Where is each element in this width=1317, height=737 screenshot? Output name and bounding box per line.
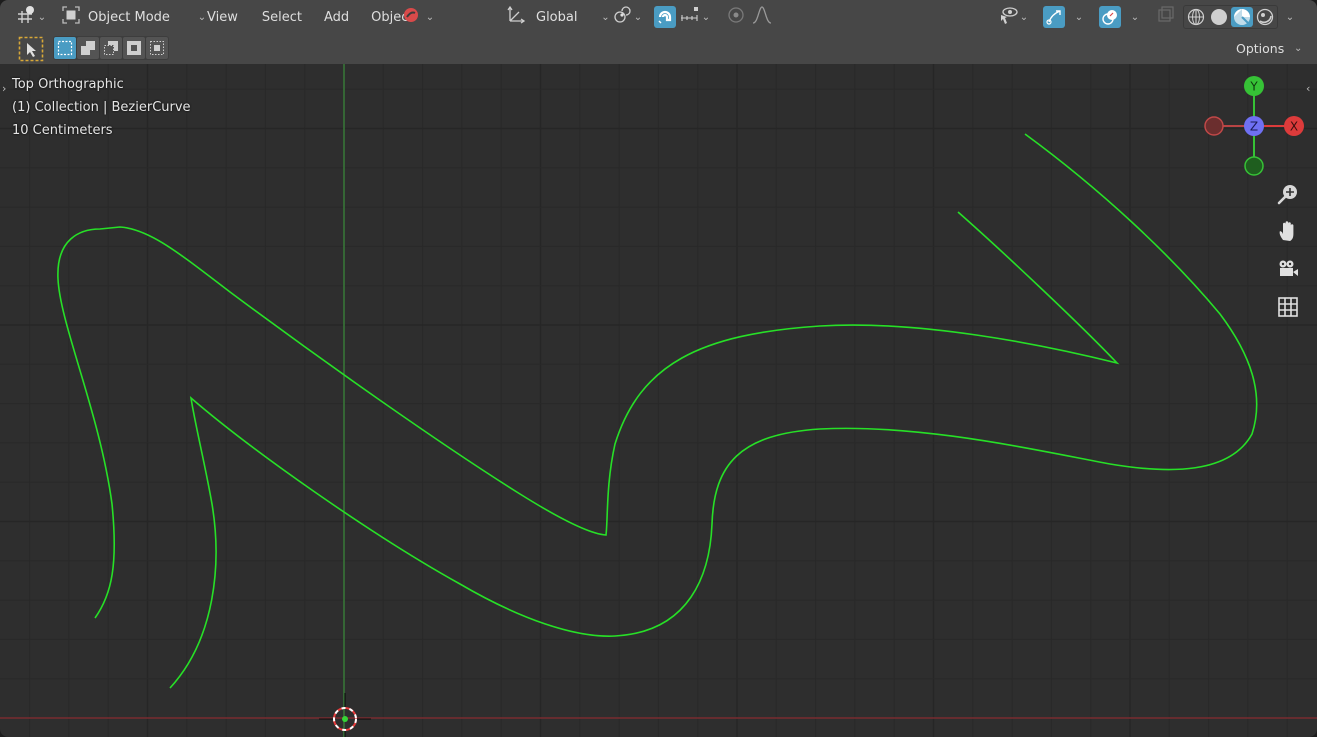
grid-scale-info: 10 Centimeters xyxy=(12,123,113,138)
snap-toggle[interactable] xyxy=(654,6,676,28)
camera-view-button[interactable] xyxy=(1276,257,1300,281)
proportional-edit-icon xyxy=(728,7,744,23)
select-mode-set-button[interactable] xyxy=(54,37,76,59)
select-mode-invert-button[interactable] xyxy=(123,37,145,59)
pan-hand-icon xyxy=(1279,221,1294,241)
menu-add[interactable]: Add xyxy=(317,5,356,29)
chevron-down-icon: ⌄ xyxy=(425,11,435,23)
chevron-down-icon: ⌄ xyxy=(1019,11,1029,23)
select-subtract-icon xyxy=(104,41,118,55)
shading-wireframe-button[interactable] xyxy=(1185,7,1207,27)
gizmo-x-handle[interactable]: X xyxy=(1284,116,1304,136)
shading-material-preview-button[interactable] xyxy=(1231,7,1253,27)
xray-toggle[interactable] xyxy=(1156,5,1176,29)
navigation-gizmo[interactable]: Y X Z xyxy=(1198,72,1310,182)
overlay-toggle-group: ⌄ xyxy=(1099,5,1141,29)
shading-rendered-button[interactable] xyxy=(1254,7,1276,27)
selectability-visibility-dropdown[interactable]: ⌄ xyxy=(998,5,1030,29)
chevron-down-icon: ⌄ xyxy=(1294,42,1303,54)
view-name: Top Orthographic xyxy=(12,77,124,92)
overlay-icon xyxy=(1102,10,1117,25)
select-intersect-icon xyxy=(150,41,164,55)
shading-mode-group: ⌄ xyxy=(1183,5,1296,29)
viewport-header: ⌄ Object Mode ⌄ View Select Add Object ⌄… xyxy=(0,0,1317,64)
object-mode-icon xyxy=(62,6,80,28)
select-new-icon xyxy=(57,40,73,56)
select-mode-intersect-button[interactable] xyxy=(146,37,168,59)
selection-mode-group xyxy=(53,36,169,60)
chevron-down-icon: ⌄ xyxy=(37,11,47,23)
solid-sphere-icon xyxy=(1211,9,1227,25)
active-tool-button[interactable] xyxy=(18,36,44,66)
menu-select[interactable]: Select xyxy=(255,5,309,29)
pivot-point-dropdown[interactable]: ⌄ xyxy=(612,5,644,29)
menu-view[interactable]: View xyxy=(200,5,245,29)
material-sphere-icon xyxy=(1234,9,1250,25)
bezier-curve-layer xyxy=(57,133,1258,689)
header-menus: View Select Add Object xyxy=(200,5,420,29)
select-box-tool-icon xyxy=(18,36,44,66)
chevron-down-icon: ⌄ xyxy=(601,11,610,23)
chevron-down-icon[interactable]: ⌄ xyxy=(1129,12,1141,23)
orientation-label: Global xyxy=(536,9,578,25)
chevron-down-icon[interactable]: ⌄ xyxy=(1284,12,1296,23)
grid-icon xyxy=(1278,297,1298,317)
editor-type-button[interactable]: ⌄ xyxy=(16,5,48,29)
magnet-icon xyxy=(658,10,672,24)
gizmo-neg-x-handle[interactable] xyxy=(1204,116,1224,136)
gizmo-y-handle[interactable]: Y xyxy=(1244,76,1264,96)
collection-info: (1) Collection | BezierCurve xyxy=(12,100,191,115)
header-row-main: ⌄ Object Mode ⌄ View Select Add Object ⌄… xyxy=(0,3,1317,33)
gizmo-icon xyxy=(1046,10,1061,25)
chevron-down-icon[interactable]: ⌄ xyxy=(700,12,712,23)
select-mode-extend-button[interactable] xyxy=(77,37,99,59)
gizmo-z-label: Z xyxy=(1250,120,1258,134)
gizmo-x-label: X xyxy=(1290,120,1298,134)
ortho-toggle-button[interactable] xyxy=(1276,295,1300,319)
gizmo-z-handle[interactable]: Z xyxy=(1244,116,1264,136)
gizmo-neg-y-handle[interactable] xyxy=(1244,156,1264,176)
gizmo-toggle[interactable] xyxy=(1043,6,1065,28)
gizmo-y-label: Y xyxy=(1249,80,1258,94)
header-row-tools: Options ⌄ xyxy=(0,34,1317,64)
select-extend-icon xyxy=(81,41,95,55)
wireframe-sphere-icon xyxy=(1187,8,1205,26)
gizmo-toggle-group: ⌄ xyxy=(1043,5,1085,29)
orientation-axes-icon xyxy=(506,5,526,29)
3d-cursor[interactable] xyxy=(319,693,371,737)
pan-view-button[interactable] xyxy=(1276,219,1300,243)
3d-viewport-icon xyxy=(16,5,36,29)
eye-cursor-icon xyxy=(998,5,1018,29)
toolbar-expand-toggle[interactable]: › xyxy=(2,82,6,95)
options-label: Options xyxy=(1236,40,1285,56)
bezier-curve-stroke[interactable] xyxy=(169,133,1258,689)
shading-solid-button[interactable] xyxy=(1208,7,1230,27)
object-gizmo-icon xyxy=(402,6,420,28)
proportional-edit-group xyxy=(726,5,772,29)
object-gizmo-dropdown[interactable]: ⌄ xyxy=(402,5,436,29)
mode-dropdown[interactable]: Object Mode ⌄ xyxy=(62,5,208,29)
falloff-icon[interactable] xyxy=(752,5,772,29)
rendered-sphere-icon xyxy=(1256,8,1274,26)
select-mode-subtract-button[interactable] xyxy=(100,37,122,59)
zoom-icon xyxy=(1277,185,1297,205)
camera-icon xyxy=(1279,260,1298,276)
transform-orientation-dropdown[interactable]: Global ⌄ xyxy=(506,5,611,29)
snap-increment-icon[interactable] xyxy=(680,5,700,29)
pivot-icon xyxy=(612,5,632,29)
chevron-down-icon: ⌄ xyxy=(633,11,643,23)
mode-label: Object Mode xyxy=(88,9,170,25)
zoom-view-button[interactable] xyxy=(1276,182,1300,206)
overlay-toggle[interactable] xyxy=(1099,6,1121,28)
proportional-edit-toggle[interactable] xyxy=(726,5,746,29)
xray-icon xyxy=(1156,5,1176,29)
options-dropdown[interactable]: Options ⌄ xyxy=(1236,36,1304,60)
select-invert-icon xyxy=(127,41,141,55)
3d-viewport[interactable]: › Top Orthographic (1) Collection | Bezi… xyxy=(0,64,1317,737)
snap-group: ⌄ xyxy=(654,5,712,29)
chevron-down-icon[interactable]: ⌄ xyxy=(1073,12,1085,23)
